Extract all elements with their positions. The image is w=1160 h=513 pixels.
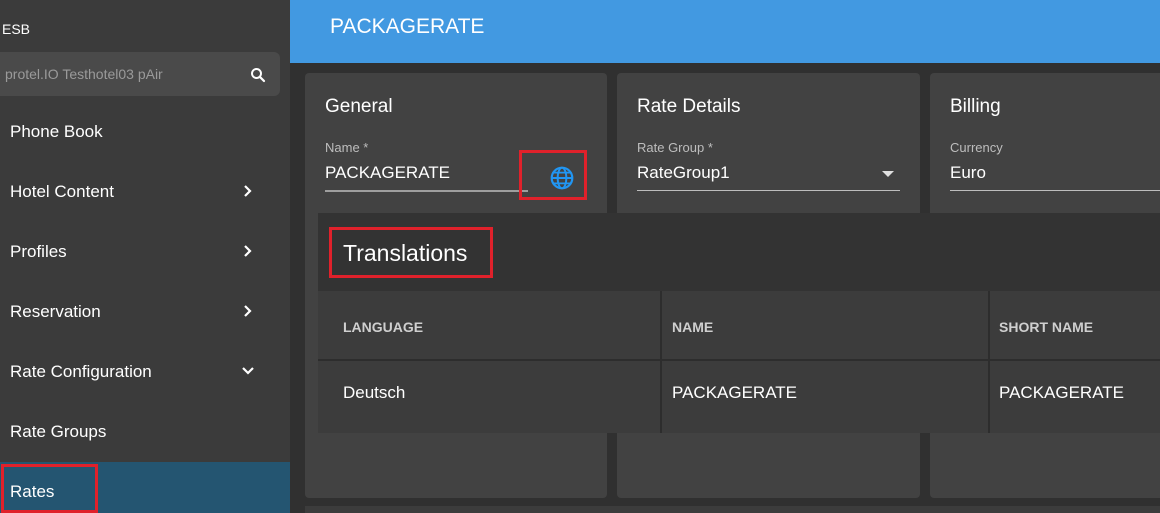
column-header-label: NAME: [672, 319, 714, 335]
general-title: General: [325, 96, 393, 117]
sidebar-item-label: Phone Book: [10, 122, 103, 141]
cell-name: PACKAGERATE: [660, 361, 988, 433]
name-field-label: Name *: [325, 140, 369, 155]
sidebar-item-label: Rate Groups: [10, 422, 107, 441]
cell-short-name: PACKAGERATE: [988, 361, 1160, 433]
sidebar-item-label: Rate Configuration: [10, 362, 152, 381]
column-header-language[interactable]: LANGUAGE: [318, 291, 660, 361]
currency-underline: [950, 190, 1160, 191]
column-header-short-name[interactable]: SHORT NAME: [988, 291, 1160, 361]
sidebar-item-hotel-content[interactable]: Hotel Content: [0, 162, 290, 222]
table-row[interactable]: Deutsch PACKAGERATE PACKAGERATE: [318, 361, 1160, 433]
cell-text: PACKAGERATE: [999, 383, 1125, 402]
next-section-edge: [305, 506, 1160, 513]
search-input[interactable]: protel.IO Testhotel03 pAir: [5, 66, 163, 82]
page-title: PACKAGERATE: [330, 15, 485, 38]
search-box[interactable]: protel.IO Testhotel03 pAir: [0, 52, 280, 96]
chevron-right-icon: [244, 185, 252, 197]
sidebar-item-rate-groups[interactable]: Rate Groups: [0, 402, 290, 462]
sidebar-item-label: Hotel Content: [10, 182, 114, 201]
name-field[interactable]: PACKAGERATE: [325, 163, 450, 183]
rate-group-underline: [637, 190, 900, 191]
rate-details-title: Rate Details: [637, 96, 741, 117]
search-icon[interactable]: [249, 66, 267, 84]
chevron-down-icon: [242, 367, 254, 375]
page-header: PACKAGERATE: [290, 0, 1160, 63]
column-header-name[interactable]: NAME: [660, 291, 988, 361]
brand-label: ESB: [2, 21, 31, 37]
cell-text: PACKAGERATE: [672, 383, 798, 402]
column-header-label: SHORT NAME: [999, 319, 1094, 335]
sidebar-item-rate-configuration[interactable]: Rate Configuration: [0, 342, 290, 402]
cell-language: Deutsch: [318, 361, 660, 433]
currency-select[interactable]: Euro: [950, 163, 986, 183]
sidebar-item-phone-book[interactable]: Phone Book: [0, 102, 290, 162]
rate-group-select[interactable]: RateGroup1: [637, 163, 730, 183]
highlight-box-translations: [329, 227, 493, 278]
sidebar-item-profiles[interactable]: Profiles: [0, 222, 290, 282]
cell-text: Deutsch: [343, 383, 406, 402]
currency-label: Currency: [950, 140, 1003, 155]
rate-group-label: Rate Group *: [637, 140, 713, 155]
sidebar: ESB protel.IO Testhotel03 pAir Phone Boo…: [0, 0, 290, 513]
highlight-box-rates: [1, 464, 98, 513]
sidebar-item-label: Reservation: [10, 302, 101, 321]
name-field-underline: [325, 190, 528, 192]
chevron-right-icon: [244, 245, 252, 257]
sidebar-item-reservation[interactable]: Reservation: [0, 282, 290, 342]
highlight-box-globe: [519, 150, 587, 200]
dropdown-arrow-icon[interactable]: [882, 171, 894, 177]
table-header: LANGUAGE NAME SHORT NAME: [318, 291, 1160, 361]
chevron-right-icon: [244, 305, 252, 317]
billing-title: Billing: [950, 96, 1001, 117]
column-header-label: LANGUAGE: [343, 319, 424, 335]
sidebar-item-label: Profiles: [10, 242, 67, 261]
